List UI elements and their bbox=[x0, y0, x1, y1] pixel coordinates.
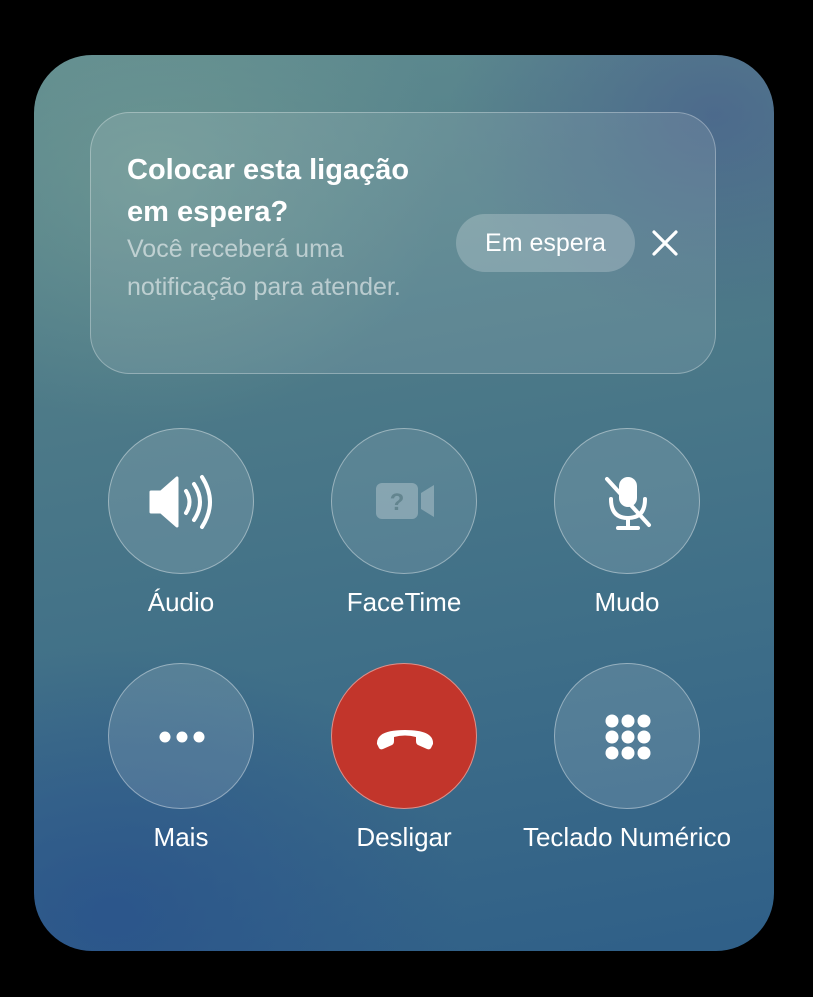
facetime-question-icon: ? bbox=[376, 483, 434, 519]
svg-text:?: ? bbox=[390, 489, 405, 516]
close-banner-button[interactable] bbox=[647, 225, 683, 261]
hold-button[interactable]: Em espera bbox=[456, 214, 635, 272]
facetime-label: FaceTime bbox=[346, 587, 462, 617]
keypad-button[interactable] bbox=[554, 663, 700, 809]
hangup-label: Desligar bbox=[356, 822, 452, 852]
speaker-icon bbox=[149, 475, 212, 529]
ellipsis-icon bbox=[159, 731, 205, 743]
banner-title: Colocar esta ligação em espera? bbox=[127, 154, 410, 228]
more-button[interactable] bbox=[108, 663, 254, 809]
more-label: Mais bbox=[153, 822, 209, 852]
audio-button[interactable] bbox=[108, 428, 254, 574]
audio-label: Áudio bbox=[147, 587, 215, 617]
banner-subtitle: Você receberá uma notificação para atend… bbox=[127, 235, 401, 301]
close-icon bbox=[652, 230, 678, 256]
keypad-label: Teclado Numérico bbox=[522, 822, 732, 852]
keypad-grid-icon bbox=[605, 714, 651, 760]
call-controls-panel: Colocar esta ligação em espera? Você rec… bbox=[34, 55, 774, 951]
facetime-button[interactable]: ? bbox=[331, 428, 477, 574]
phone-down-icon bbox=[376, 730, 434, 750]
mute-button[interactable] bbox=[554, 428, 700, 574]
hold-call-banner: Colocar esta ligação em espera? Você rec… bbox=[90, 112, 716, 374]
hangup-button[interactable] bbox=[331, 663, 477, 809]
mic-slash-icon bbox=[605, 477, 651, 530]
mute-label: Mudo bbox=[594, 587, 660, 617]
